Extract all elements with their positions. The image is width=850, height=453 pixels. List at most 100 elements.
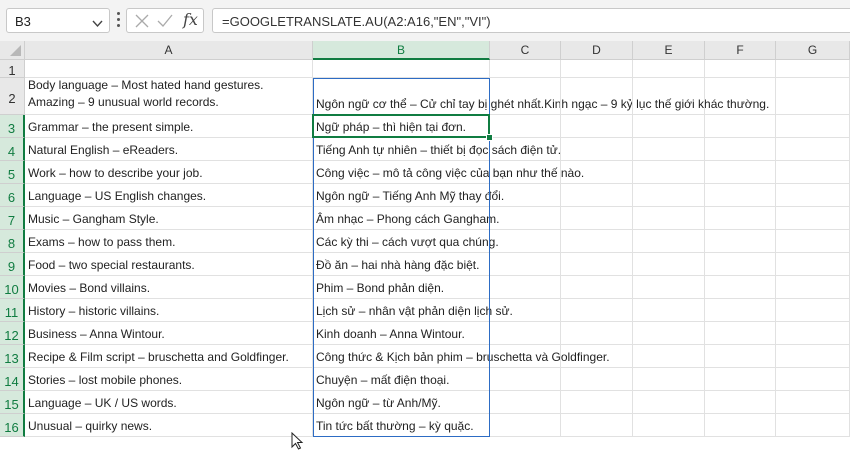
cell-f4[interactable] — [705, 138, 776, 161]
cell-e16[interactable] — [633, 414, 705, 437]
cell-a15[interactable]: Language – UK / US words. — [25, 391, 313, 414]
cell-f15[interactable] — [705, 391, 776, 414]
cell-e4[interactable] — [633, 138, 705, 161]
cell-f8[interactable] — [705, 230, 776, 253]
column-header-a[interactable]: A — [25, 41, 313, 60]
cell-d5[interactable] — [561, 161, 633, 184]
cell-g12[interactable] — [776, 322, 850, 345]
cell-f3[interactable] — [705, 115, 776, 138]
cell-b16[interactable]: Tin tức bất thường – kỳ quặc. — [313, 414, 490, 437]
row-header[interactable]: 15 — [0, 391, 25, 414]
cell-d1[interactable] — [561, 60, 633, 78]
cell-a11[interactable]: History – historic villains. — [25, 299, 313, 322]
cell-e1[interactable] — [633, 60, 705, 78]
cell-a1[interactable] — [25, 60, 313, 78]
cell-f16[interactable] — [705, 414, 776, 437]
cell-d4[interactable] — [561, 138, 633, 161]
cell-g2[interactable] — [776, 78, 850, 115]
cell-c4[interactable] — [490, 138, 561, 161]
row-header[interactable]: 9 — [0, 253, 25, 276]
cell-g16[interactable] — [776, 414, 850, 437]
cell-d8[interactable] — [561, 230, 633, 253]
row-header[interactable]: 14 — [0, 368, 25, 391]
row-header[interactable]: 2 — [0, 78, 25, 115]
row-header[interactable]: 8 — [0, 230, 25, 253]
column-header-d[interactable]: D — [561, 41, 633, 60]
cell-d11[interactable] — [561, 299, 633, 322]
cell-a14[interactable]: Stories – lost mobile phones. — [25, 368, 313, 391]
cell-b11[interactable]: Lịch sử – nhân vật phản diện lịch sử. — [313, 299, 513, 322]
cell-a2[interactable]: Body language – Most hated hand gestures… — [25, 78, 313, 115]
cell-d15[interactable] — [561, 391, 633, 414]
cell-c16[interactable] — [490, 414, 561, 437]
cell-d13[interactable] — [561, 345, 633, 368]
cell-f2[interactable] — [705, 78, 776, 115]
row-header[interactable]: 11 — [0, 299, 25, 322]
cell-a3[interactable]: Grammar – the present simple. — [25, 115, 313, 138]
cell-f9[interactable] — [705, 253, 776, 276]
cell-g4[interactable] — [776, 138, 850, 161]
cell-c13[interactable] — [490, 345, 561, 368]
column-header-c[interactable]: C — [490, 41, 561, 60]
row-header[interactable]: 5 — [0, 161, 25, 184]
cell-c6[interactable] — [490, 184, 561, 207]
column-header-f[interactable]: F — [705, 41, 776, 60]
cell-e15[interactable] — [633, 391, 705, 414]
cell-f14[interactable] — [705, 368, 776, 391]
cell-c2[interactable] — [490, 78, 561, 115]
cell-c10[interactable] — [490, 276, 561, 299]
row-header[interactable]: 16 — [0, 414, 25, 437]
cell-b14[interactable]: Chuyện – mất điện thoại. — [313, 368, 490, 391]
row-header[interactable]: 13 — [0, 345, 25, 368]
row-header[interactable]: 1 — [0, 60, 25, 78]
cell-g7[interactable] — [776, 207, 850, 230]
cell-b6[interactable]: Ngôn ngữ – Tiếng Anh Mỹ thay đổi. — [313, 184, 504, 207]
cell-e8[interactable] — [633, 230, 705, 253]
cell-b13[interactable]: Công thức & Kịch bản phim – bruschetta v… — [313, 345, 610, 368]
cell-a16[interactable]: Unusual – quirky news. — [25, 414, 313, 437]
cell-a4[interactable]: Natural English – eReaders. — [25, 138, 313, 161]
cell-d7[interactable] — [561, 207, 633, 230]
cell-e13[interactable] — [633, 345, 705, 368]
fx-icon[interactable]: 𝑓x — [183, 10, 198, 29]
row-header[interactable]: 7 — [0, 207, 25, 230]
cell-a6[interactable]: Language – US English changes. — [25, 184, 313, 207]
name-box[interactable]: B3 — [6, 8, 110, 33]
cell-d6[interactable] — [561, 184, 633, 207]
cell-c14[interactable] — [490, 368, 561, 391]
cell-g1[interactable] — [776, 60, 850, 78]
cell-f5[interactable] — [705, 161, 776, 184]
cell-d16[interactable] — [561, 414, 633, 437]
cell-b12[interactable]: Kinh doanh – Anna Wintour. — [313, 322, 490, 345]
cell-e5[interactable] — [633, 161, 705, 184]
cell-g6[interactable] — [776, 184, 850, 207]
cell-d2[interactable] — [561, 78, 633, 115]
cell-f10[interactable] — [705, 276, 776, 299]
column-header-g[interactable]: G — [776, 41, 850, 60]
cell-g13[interactable] — [776, 345, 850, 368]
cell-b8[interactable]: Các kỳ thi – cách vượt qua chúng. — [313, 230, 499, 253]
cell-f7[interactable] — [705, 207, 776, 230]
cell-c9[interactable] — [490, 253, 561, 276]
cell-g14[interactable] — [776, 368, 850, 391]
cell-e9[interactable] — [633, 253, 705, 276]
row-header[interactable]: 6 — [0, 184, 25, 207]
cell-f11[interactable] — [705, 299, 776, 322]
cell-g9[interactable] — [776, 253, 850, 276]
more-icon[interactable] — [117, 12, 121, 30]
cell-a12[interactable]: Business – Anna Wintour. — [25, 322, 313, 345]
cell-c5[interactable] — [490, 161, 561, 184]
cancel-icon[interactable] — [135, 14, 149, 31]
row-header[interactable]: 12 — [0, 322, 25, 345]
cell-b7[interactable]: Âm nhạc – Phong cách Gangham. — [313, 207, 499, 230]
cell-f6[interactable] — [705, 184, 776, 207]
cell-c8[interactable] — [490, 230, 561, 253]
cell-b4[interactable]: Tiếng Anh tự nhiên – thiết bị đọc sách đ… — [313, 138, 561, 161]
row-header[interactable]: 4 — [0, 138, 25, 161]
chevron-down-icon[interactable] — [92, 17, 103, 31]
cell-b10[interactable]: Phim – Bond phản diện. — [313, 276, 490, 299]
column-header-b[interactable]: B — [313, 41, 490, 60]
cell-e3[interactable] — [633, 115, 705, 138]
cell-c12[interactable] — [490, 322, 561, 345]
cell-e12[interactable] — [633, 322, 705, 345]
